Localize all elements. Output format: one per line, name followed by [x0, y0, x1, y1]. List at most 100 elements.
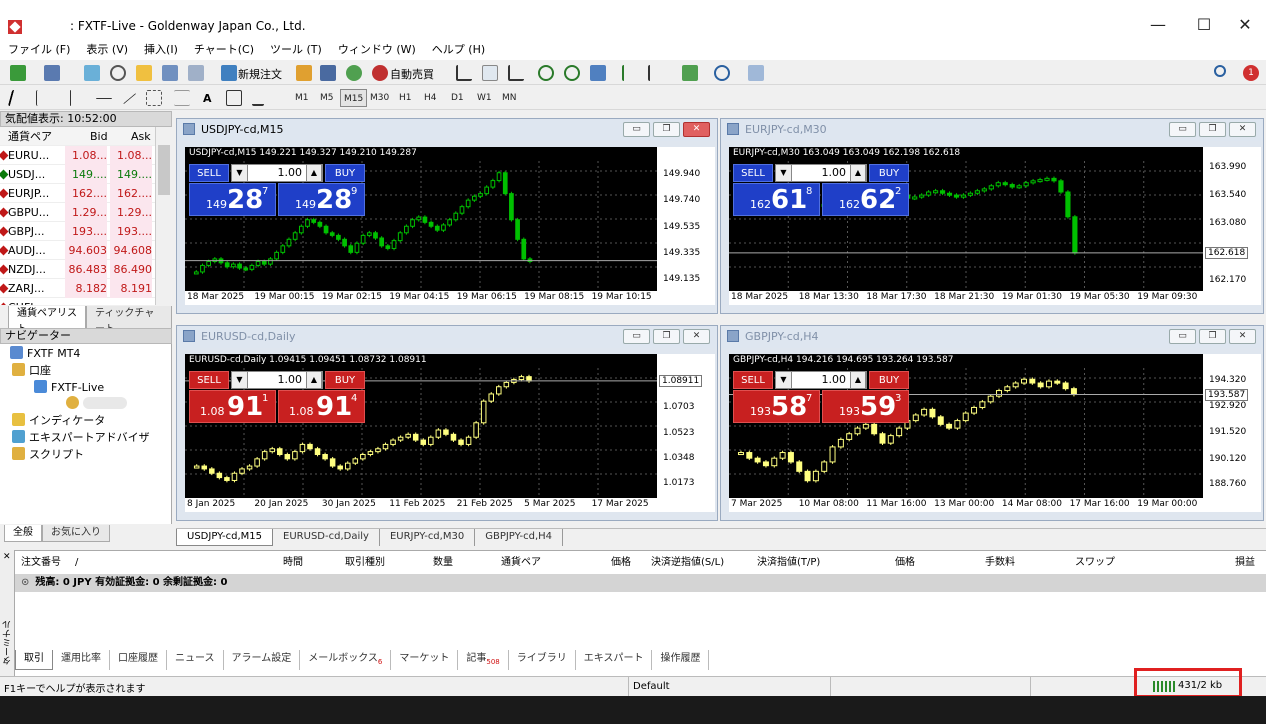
sell-price[interactable]: 149 28 7: [189, 183, 276, 216]
chart-minimize-button[interactable]: ▭: [1169, 329, 1196, 344]
bid-header[interactable]: Bid: [90, 127, 108, 146]
lot-increase-icon[interactable]: ▲: [306, 372, 322, 388]
chart-close-button[interactable]: ✕: [683, 329, 710, 344]
price-scale[interactable]: 1.08911 1.0703 1.0523 1.0348 1.0173: [657, 354, 715, 498]
terminal-tab[interactable]: 記事508: [458, 650, 509, 670]
status-profile[interactable]: Default: [628, 677, 670, 697]
buy-button[interactable]: BUY: [869, 371, 909, 389]
chart-title-bar[interactable]: EURJPY-cd,M30 ▭ ❐ ✕: [721, 119, 1263, 141]
tile-windows-icon[interactable]: [590, 65, 606, 81]
one-click-panel[interactable]: SELL ▼ 1.00 ▲ BUY 149 28 7 149 28 9: [189, 164, 365, 218]
bar-chart-icon[interactable]: [456, 65, 472, 81]
nav-accounts[interactable]: 口座: [12, 363, 51, 379]
lot-decrease-icon[interactable]: ▼: [232, 165, 248, 181]
terminal-tab[interactable]: 取引: [15, 650, 53, 670]
sell-price[interactable]: 162 61 8: [733, 183, 820, 216]
market-watch-icon[interactable]: [84, 65, 100, 81]
terminal-tab[interactable]: メールボックス6: [300, 650, 392, 670]
market-watch-row[interactable]: CHFJ...: [0, 298, 155, 305]
one-click-panel[interactable]: SELL ▼ 1.00 ▲ BUY 193 58 7 193 59 3: [733, 371, 909, 425]
chart-minimize-button[interactable]: ▭: [623, 329, 650, 344]
scroll-thumb[interactable]: [158, 145, 170, 195]
one-click-panel[interactable]: SELL ▼ 1.00 ▲ BUY 1.08 91 1 1.08 91 4: [189, 371, 365, 425]
lot-size-input[interactable]: ▼ 1.00 ▲: [775, 164, 867, 182]
chart-title-bar[interactable]: USDJPY-cd,M15 ▭ ❐ ✕: [177, 119, 717, 141]
buy-price[interactable]: 162 62 2: [822, 183, 909, 216]
ask-header[interactable]: Ask: [131, 127, 151, 146]
terminal-tab[interactable]: 口座履歴: [110, 650, 167, 670]
terminal-column-header[interactable]: 決済逆指値(S/L): [651, 555, 724, 571]
terminal-close-icon[interactable]: ✕: [3, 552, 11, 562]
price-scale[interactable]: 163.990 163.540 163.080 162.618 162.170: [1203, 147, 1261, 291]
market-watch-row[interactable]: NZDJ... 86.483 86.490: [0, 260, 155, 279]
terminal-column-header[interactable]: 価格: [895, 555, 915, 571]
chart-close-button[interactable]: ✕: [1229, 329, 1256, 344]
chart-window-gbpjpy[interactable]: GBPJPY-cd,H4 ▭ ❐ ✕ GBPJPY-cd,H4 194.216 194.…: [720, 325, 1264, 521]
tf-mn[interactable]: MN: [499, 89, 520, 107]
lot-decrease-icon[interactable]: ▼: [776, 165, 792, 181]
tf-m30[interactable]: M30: [367, 89, 392, 107]
market-watch-scrollbar[interactable]: [155, 127, 172, 305]
terminal-column-header[interactable]: 時間: [283, 555, 303, 571]
horizontal-line-icon[interactable]: [96, 98, 112, 100]
sell-button[interactable]: SELL: [733, 164, 773, 182]
navigator-icon[interactable]: [162, 65, 178, 81]
nav-account-user[interactable]: [66, 396, 127, 412]
chart-restore-button[interactable]: ❐: [653, 122, 680, 137]
minimize-button[interactable]: —: [1135, 10, 1181, 40]
terminal-column-header[interactable]: 注文番号: [21, 555, 61, 571]
nav-root[interactable]: FXTF MT4: [10, 346, 80, 362]
time-axis[interactable]: 7 Mar 2025 10 Mar 08:00 11 Mar 16:00 13 Mar…: [729, 498, 1261, 512]
lot-size-input[interactable]: ▼ 1.00 ▲: [231, 371, 323, 389]
chart-window-eurusd[interactable]: EURUSD-cd,Daily ▭ ❐ ✕ EURUSD-cd,Daily 1.0941…: [176, 325, 718, 521]
market-watch-row[interactable]: EURJP... 162.... 162....: [0, 184, 155, 203]
search-icon[interactable]: [1214, 65, 1226, 77]
menu-help[interactable]: ヘルプ (H): [424, 42, 493, 60]
terminal-column-header[interactable]: 価格: [611, 555, 631, 571]
chart-close-button[interactable]: ✕: [683, 122, 710, 137]
terminal-column-header[interactable]: 数量: [433, 555, 453, 571]
chart-restore-button[interactable]: ❐: [1199, 122, 1226, 137]
terminal-tab[interactable]: 操作履歴: [652, 650, 710, 670]
favorites-icon[interactable]: [136, 65, 152, 81]
chart-title-bar[interactable]: GBPJPY-cd,H4 ▭ ❐ ✕: [721, 326, 1263, 348]
time-axis[interactable]: 18 Mar 2025 18 Mar 13:30 18 Mar 17:30 18 Ma…: [729, 291, 1261, 305]
chart-close-button[interactable]: ✕: [1229, 122, 1256, 137]
chart-tab-eurjpy[interactable]: EURJPY-cd,M30: [380, 529, 476, 546]
tf-m5[interactable]: M5: [317, 89, 337, 107]
crosshair-tool-icon[interactable]: [36, 90, 52, 106]
crosshair-icon[interactable]: [110, 65, 126, 81]
buy-button[interactable]: BUY: [869, 164, 909, 182]
terminal-tab[interactable]: エキスパート: [576, 650, 653, 670]
new-order-button[interactable]: 新規注文: [238, 66, 282, 82]
lot-increase-icon[interactable]: ▲: [850, 372, 866, 388]
buy-button[interactable]: BUY: [325, 371, 365, 389]
lot-increase-icon[interactable]: ▲: [306, 165, 322, 181]
market-watch-row[interactable]: GBPJ... 193.... 193....: [0, 222, 155, 241]
auto-trade-button[interactable]: 自動売買: [390, 66, 434, 82]
terminal-tab[interactable]: アラーム設定: [224, 650, 301, 670]
fibonacci-icon[interactable]: [174, 90, 190, 106]
tf-m1[interactable]: M1: [292, 89, 312, 107]
chart-tab-eurusd[interactable]: EURUSD-cd,Daily: [273, 529, 380, 546]
price-scale[interactable]: 149.940 149.740 149.535 149.335 149.135: [657, 147, 715, 291]
buy-price[interactable]: 1.08 91 4: [278, 390, 365, 423]
market-watch-row[interactable]: EURU... 1.08... 1.08...: [0, 146, 155, 165]
zoom-out-icon[interactable]: [564, 65, 580, 81]
lot-size-input[interactable]: ▼ 1.00 ▲: [775, 371, 867, 389]
trendline-icon[interactable]: [123, 93, 137, 105]
chart-window-eurjpy[interactable]: EURJPY-cd,M30 ▭ ❐ ✕ EURJPY-cd,M30 163.049 16…: [720, 118, 1264, 314]
sell-button[interactable]: SELL: [733, 371, 773, 389]
market-watch-row[interactable]: GBPU... 1.29... 1.29...: [0, 203, 155, 222]
sell-button[interactable]: SELL: [189, 371, 229, 389]
chart-title-bar[interactable]: EURUSD-cd,Daily ▭ ❐ ✕: [177, 326, 717, 348]
chart-window-usdjpy[interactable]: USDJPY-cd,M15 ▭ ❐ ✕ USDJPY-cd,M15 149.221 14…: [176, 118, 718, 314]
terminal-tab[interactable]: ライブラリ: [509, 650, 576, 670]
tf-h1[interactable]: H1: [396, 89, 415, 107]
indicators-icon[interactable]: [682, 65, 698, 81]
close-button[interactable]: ✕: [1222, 10, 1266, 40]
chart-restore-button[interactable]: ❐: [653, 329, 680, 344]
terminal-column-header[interactable]: 通貨ペア: [501, 555, 541, 571]
candlestick-icon[interactable]: [482, 65, 498, 81]
symbol-header[interactable]: 通貨ペア: [8, 127, 56, 146]
